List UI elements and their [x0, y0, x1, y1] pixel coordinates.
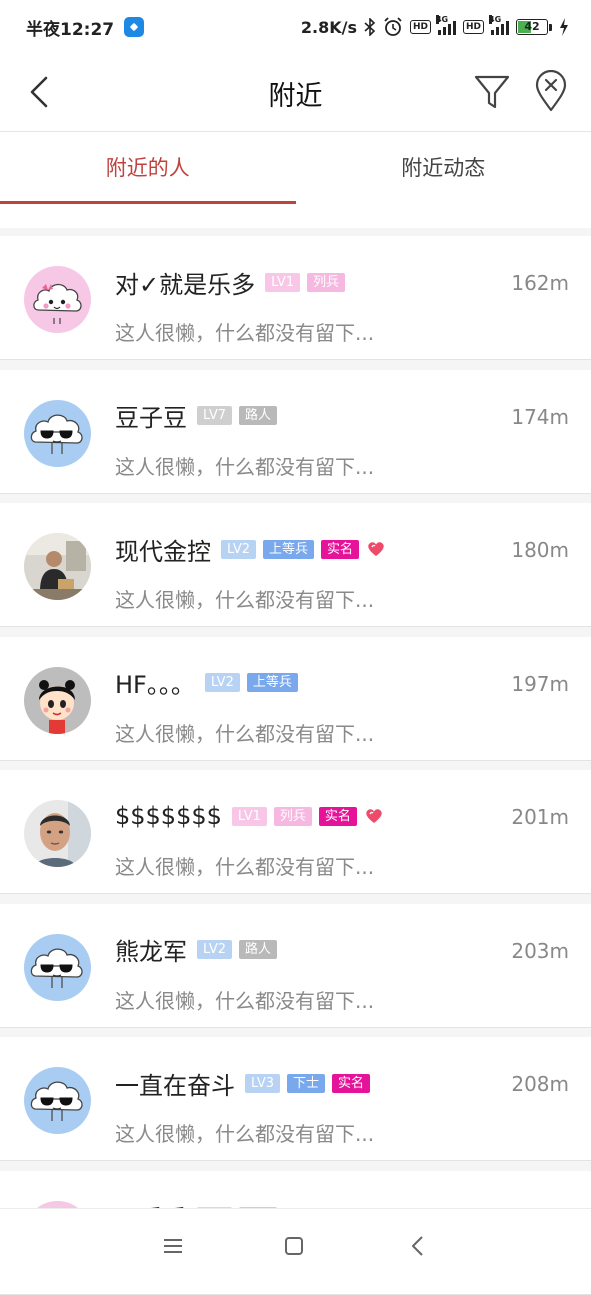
user-name-line: 熊龙军 LV2 路人 [115, 935, 277, 965]
user-avatar[interactable] [24, 800, 91, 867]
status-bar: 半夜12:27 2.8K/s HD 4G HD 4G 42 [0, 0, 591, 54]
level-badge: LV1 [232, 807, 267, 826]
user-name-line: 对✓就是乐多 LV1 列兵 [115, 267, 345, 297]
user-avatar[interactable] [24, 1067, 91, 1134]
distance-label: 201m [511, 805, 569, 829]
network-speed: 2.8K/s [301, 18, 357, 37]
rank-badge: 列兵 [307, 273, 345, 292]
user-row[interactable]: 豆子豆 LV7 路人 174m 这人很懒，什么都没有留下... [0, 370, 591, 494]
user-avatar[interactable] [24, 266, 91, 333]
charging-icon [559, 18, 569, 36]
user-signature: 这人很懒，什么都没有留下... [115, 1118, 374, 1147]
battery-level: 42 [524, 20, 539, 33]
filter-icon[interactable] [472, 72, 512, 112]
level-badge: LV2 [205, 673, 240, 692]
verified-badge: 实名 [319, 807, 357, 826]
tab-bar: 附近的人 附近动态 [0, 132, 591, 204]
heart-icon [366, 539, 386, 559]
level-badge: LV7 [197, 406, 232, 425]
user-avatar[interactable] [24, 533, 91, 600]
home-square-icon[interactable] [281, 1233, 307, 1259]
rank-badge: 上等兵 [247, 673, 298, 692]
rank-badge: 上等兵 [263, 540, 314, 559]
user-name-line: 现代金控 LV2 上等兵实名 [115, 534, 386, 564]
user-signature: 这人很懒，什么都没有留下... [115, 451, 374, 480]
rank-badge: 路人 [239, 940, 277, 959]
distance-label: 197m [511, 672, 569, 696]
level-badge: LV2 [221, 540, 256, 559]
distance-label: 162m [511, 271, 569, 295]
level-badge: LV1 [265, 273, 300, 292]
app-header: 附近 [0, 54, 591, 132]
heart-icon [364, 806, 384, 826]
rank-badge: 列兵 [274, 807, 312, 826]
menu-icon[interactable] [160, 1233, 186, 1259]
user-name: 现代金控 [115, 532, 211, 567]
app-notification-icon [124, 17, 144, 37]
signal-icon-2: 4G [491, 19, 509, 35]
signal-icon: 4G [438, 19, 456, 35]
rank-badge: 下士 [287, 1074, 325, 1093]
user-name: 对✓就是乐多 [115, 265, 255, 300]
distance-label: 174m [511, 405, 569, 429]
verified-badge: 实名 [332, 1074, 370, 1093]
battery-icon: 42 [516, 19, 552, 35]
status-time: 半夜12:27 [26, 15, 114, 40]
user-row[interactable]: HF。。。 LV2 上等兵 197m 这人很懒，什么都没有留下... [0, 637, 591, 761]
user-row[interactable]: 熊龙军 LV2 路人 203m 这人很懒，什么都没有留下... [0, 904, 591, 1028]
back-triangle-icon[interactable] [405, 1233, 431, 1259]
tab-nearby-posts[interactable]: 附近动态 [296, 132, 591, 204]
user-signature: 这人很懒，什么都没有留下... [115, 718, 374, 747]
user-row[interactable]: 一直在奋斗 LV3 下士实名 208m 这人很懒，什么都没有留下... [0, 1037, 591, 1161]
user-name: $$$$$$$ [115, 802, 222, 830]
user-name-line: 豆子豆 LV7 路人 [115, 401, 277, 431]
bluetooth-icon [364, 18, 376, 36]
user-name-line: $$$$$$$ LV1 列兵实名 [115, 801, 384, 831]
distance-label: 208m [511, 1072, 569, 1096]
distance-label: 180m [511, 538, 569, 562]
tab-nearby-people[interactable]: 附近的人 [0, 132, 296, 204]
user-name: HF。。。 [115, 665, 195, 700]
network-type-2: 4G [489, 15, 492, 24]
network-type: 4G [436, 15, 439, 24]
location-off-icon[interactable] [532, 70, 570, 114]
verified-badge: 实名 [321, 540, 359, 559]
hd-badge-2: HD [463, 20, 484, 34]
user-name-line: 一直在奋斗 LV3 下士实名 [115, 1068, 370, 1098]
alarm-icon [383, 17, 403, 37]
user-avatar[interactable] [24, 934, 91, 1001]
user-name: 熊龙军 [115, 932, 187, 967]
level-badge: LV3 [245, 1074, 280, 1093]
rank-badge: 路人 [239, 406, 277, 425]
user-signature: 这人很懒，什么都没有留下... [115, 584, 374, 613]
user-row[interactable]: 现代金控 LV2 上等兵实名 180m 这人很懒，什么都没有留下... [0, 503, 591, 627]
level-badge: LV2 [197, 940, 232, 959]
list-top-spacer [0, 204, 591, 228]
user-avatar[interactable] [24, 400, 91, 467]
user-avatar[interactable] [24, 667, 91, 734]
user-signature: 这人很懒，什么都没有留下... [115, 317, 374, 346]
user-name: 豆子豆 [115, 398, 187, 433]
distance-label: 203m [511, 939, 569, 963]
user-signature: 这人很懒，什么都没有留下... [115, 851, 374, 880]
user-signature: 这人很懒，什么都没有留下... [115, 985, 374, 1014]
user-row[interactable]: $$$$$$$ LV1 列兵实名 201m 这人很懒，什么都没有留下... [0, 770, 591, 894]
system-nav-bar [0, 1208, 591, 1281]
user-name-line: HF。。。 LV2 上等兵 [115, 668, 298, 698]
hd-badge: HD [410, 20, 431, 34]
user-row[interactable]: 对✓就是乐多 LV1 列兵 162m 这人很懒，什么都没有留下... [0, 236, 591, 360]
user-name: 一直在奋斗 [115, 1066, 235, 1101]
